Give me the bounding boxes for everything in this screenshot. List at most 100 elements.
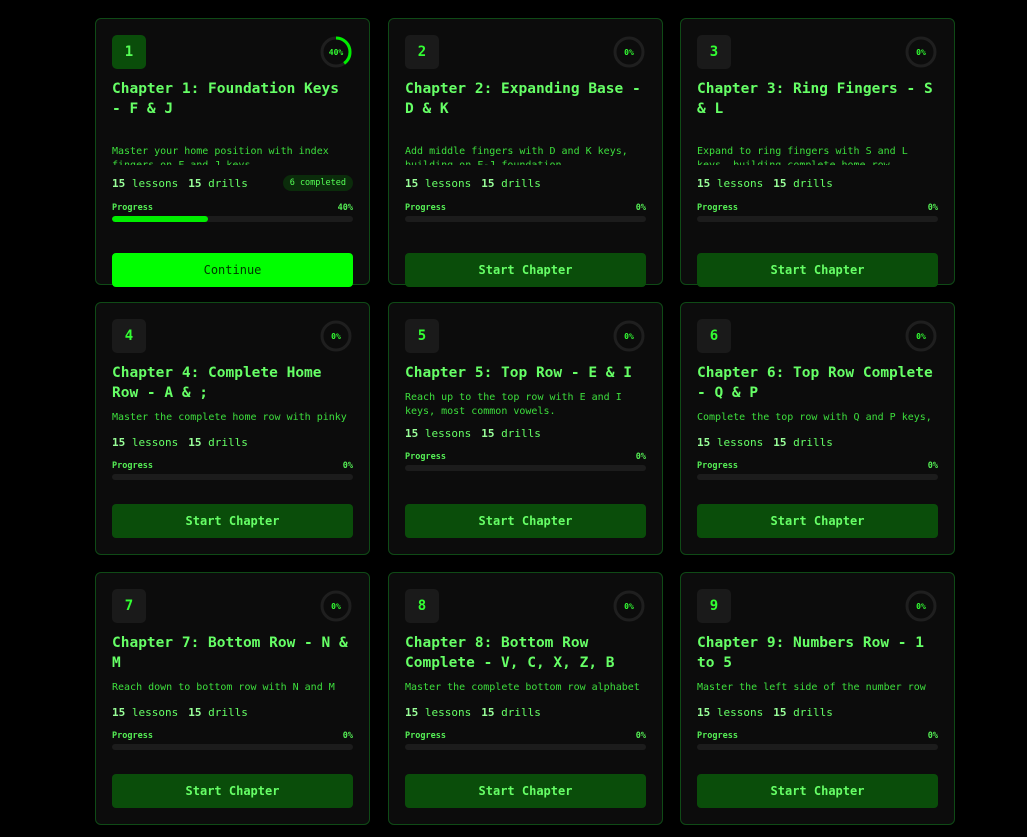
progress-label: Progress (405, 731, 446, 741)
lessons-count: 15 (405, 177, 419, 190)
chapter-stats: 15 lessons 15 drills (697, 436, 833, 449)
chapter-description: Complete the top row with Q and P keys, (697, 412, 932, 423)
progress-ring: 0% (904, 589, 938, 623)
chapter-card: 2 0% Chapter 2: Expanding Base - D & K A… (388, 18, 663, 287)
progress-ring: 0% (612, 319, 646, 353)
progress-label: Progress (405, 203, 446, 213)
progress-percent: 0% (635, 452, 646, 462)
chapter-card: 7 0% Chapter 7: Bottom Row - N & M Reach… (95, 572, 370, 825)
progress-ring-percent: 0% (624, 331, 634, 341)
continue-button[interactable]: Continue (112, 253, 353, 287)
chapter-card: 8 0% Chapter 8: Bottom Row Complete - V,… (388, 572, 663, 825)
progress-bar (697, 474, 938, 480)
progress-bar-fill (112, 216, 209, 222)
start-chapter-button[interactable]: Start Chapter (697, 774, 938, 808)
chapter-stats: 15 lessons 15 drills (405, 427, 541, 440)
start-chapter-button[interactable]: Start Chapter (697, 253, 938, 287)
progress-percent: 0% (342, 731, 353, 741)
progress-ring: 0% (904, 319, 938, 353)
chapter-card: 6 0% Chapter 6: Top Row Complete - Q & P… (680, 302, 955, 555)
lessons-count: 15 (697, 177, 711, 190)
chapter-card: 4 0% Chapter 4: Complete Home Row - A & … (95, 302, 370, 555)
progress-bar (697, 216, 938, 222)
chapter-stats: 15 lessons 15 drills (697, 177, 833, 190)
chapter-title: Chapter 8: Bottom Row Complete - V, C, X… (405, 635, 615, 671)
start-chapter-button[interactable]: Start Chapter (112, 504, 353, 538)
start-chapter-button[interactable]: Start Chapter (405, 504, 646, 538)
progress-ring-percent: 0% (916, 601, 926, 611)
lessons-label: lessons (131, 436, 179, 449)
chapter-title: Chapter 5: Top Row - E & I (405, 365, 632, 381)
progress-ring-percent: 0% (916, 331, 926, 341)
progress-percent: 0% (927, 203, 938, 213)
start-chapter-button[interactable]: Start Chapter (405, 774, 646, 808)
progress-label: Progress (697, 461, 738, 471)
drills-label: drills (208, 436, 248, 449)
chapter-description: Reach down to bottom row with N and M (112, 682, 335, 693)
drills-count: 15 (773, 436, 787, 449)
progress-percent: 40% (337, 203, 353, 213)
drills-label: drills (501, 427, 541, 440)
progress-ring-percent: 0% (916, 47, 926, 57)
progress-ring: 0% (612, 589, 646, 623)
chapter-number-badge: 4 (112, 319, 146, 353)
progress-ring: 0% (319, 589, 353, 623)
chapter-stats: 15 lessons 15 drills (112, 706, 248, 719)
progress-ring: 40% (319, 35, 353, 69)
progress-percent: 0% (342, 461, 353, 471)
start-chapter-button[interactable]: Start Chapter (697, 504, 938, 538)
completed-badge: 6 completed (282, 175, 353, 191)
drills-label: drills (793, 706, 833, 719)
chapter-stats: 15 lessons 15 drills (112, 177, 248, 190)
chapter-title: Chapter 9: Numbers Row - 1 to 5 (697, 635, 924, 671)
progress-percent: 0% (927, 731, 938, 741)
progress-label: Progress (112, 203, 153, 213)
drills-label: drills (793, 436, 833, 449)
lessons-label: lessons (131, 177, 179, 190)
chapter-grid: 1 40% Chapter 1: Foundation Keys - F & J… (0, 0, 1027, 837)
drills-label: drills (208, 706, 248, 719)
lessons-label: lessons (424, 177, 472, 190)
chapter-number-badge: 2 (405, 35, 439, 69)
progress-ring-percent: 40% (328, 47, 344, 57)
chapter-title: Chapter 7: Bottom Row - N & M (112, 635, 348, 671)
start-chapter-button[interactable]: Start Chapter (405, 253, 646, 287)
progress-ring: 0% (319, 319, 353, 353)
chapter-stats: 15 lessons 15 drills (405, 177, 541, 190)
drills-count: 15 (188, 177, 202, 190)
lessons-count: 15 (405, 427, 419, 440)
start-chapter-button[interactable]: Start Chapter (112, 774, 353, 808)
progress-bar (405, 465, 646, 471)
progress-label: Progress (112, 461, 153, 471)
progress-label: Progress (697, 203, 738, 213)
chapter-number-badge: 8 (405, 589, 439, 623)
chapter-card: 5 0% Chapter 5: Top Row - E & I Reach up… (388, 302, 663, 555)
chapter-stats: 15 lessons 15 drills (405, 706, 541, 719)
chapter-description: Reach up to the top row with E and I key… (405, 392, 622, 417)
progress-ring: 0% (904, 35, 938, 69)
chapter-title: Chapter 2: Expanding Base - D & K (405, 81, 641, 117)
chapter-title: Chapter 3: Ring Fingers - S & L (697, 81, 933, 117)
chapter-number-badge: 1 (112, 35, 146, 69)
drills-count: 15 (773, 706, 787, 719)
chapter-title: Chapter 1: Foundation Keys - F & J (112, 81, 339, 117)
progress-ring-percent: 0% (331, 601, 341, 611)
progress-bar (405, 744, 646, 750)
progress-ring-percent: 0% (331, 331, 341, 341)
lessons-label: lessons (716, 706, 764, 719)
progress-percent: 0% (927, 461, 938, 471)
chapter-title: Chapter 4: Complete Home Row - A & ; (112, 365, 322, 401)
lessons-count: 15 (697, 436, 711, 449)
chapter-number-badge: 3 (697, 35, 731, 69)
lessons-label: lessons (716, 436, 764, 449)
drills-count: 15 (188, 706, 202, 719)
chapter-number-badge: 7 (112, 589, 146, 623)
lessons-label: lessons (424, 427, 472, 440)
chapter-stats: 15 lessons 15 drills (697, 706, 833, 719)
chapter-number-badge: 9 (697, 589, 731, 623)
drills-label: drills (501, 177, 541, 190)
drills-count: 15 (481, 706, 495, 719)
lessons-label: lessons (131, 706, 179, 719)
lessons-label: lessons (716, 177, 764, 190)
lessons-count: 15 (112, 177, 126, 190)
